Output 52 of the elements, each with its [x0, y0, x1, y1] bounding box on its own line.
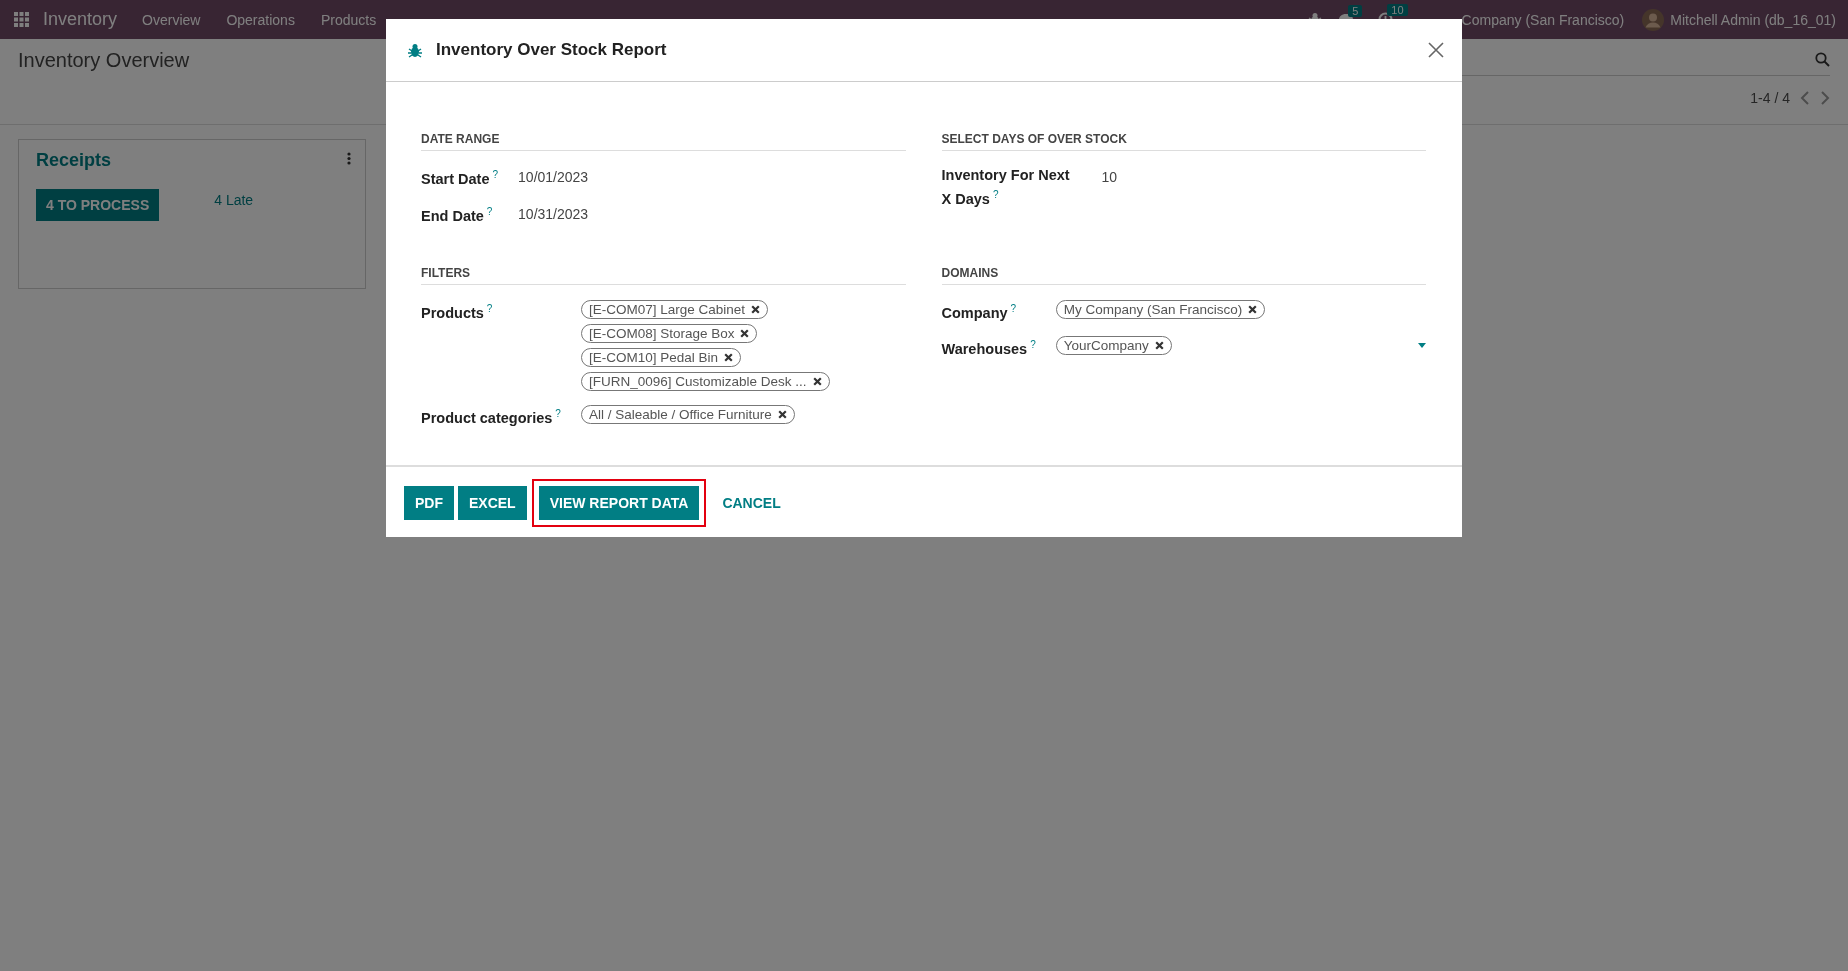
help-tooltip[interactable]: ?	[555, 407, 561, 419]
remove-icon[interactable]	[777, 409, 787, 419]
menu-item[interactable]: Operations	[213, 11, 308, 28]
dialog-title: Inventory Over Stock Report	[436, 40, 668, 60]
search-icon[interactable]	[1815, 52, 1830, 67]
kebab-menu-icon[interactable]	[347, 152, 351, 165]
menu-item[interactable]: Overview	[129, 11, 214, 28]
section-heading: SELECT DAYS OF OVER STOCK	[941, 132, 1426, 151]
field-label: Warehouses $^{?}$	[941, 338, 1037, 360]
help-tooltip[interactable]: ?	[1030, 339, 1036, 351]
app-name[interactable]: Inventory	[43, 9, 118, 30]
late-link[interactable]: 4 Late	[214, 189, 254, 208]
user-menu[interactable]: Mitchell Admin (db_16_01)	[1670, 11, 1836, 28]
remove-icon[interactable]	[723, 352, 733, 362]
remove-icon[interactable]	[1154, 341, 1164, 351]
bug-icon	[408, 42, 422, 58]
section-heading: FILTERS	[421, 265, 906, 285]
dropdown-caret-icon[interactable]	[1418, 343, 1426, 349]
input-field[interactable]: 10	[1101, 165, 1426, 187]
help-tooltip[interactable]: ?	[486, 302, 493, 314]
page-title: Inventory Overview	[18, 48, 190, 72]
count-badge: 5	[1348, 4, 1363, 17]
close-icon[interactable]	[1428, 42, 1444, 58]
remove-icon[interactable]	[751, 304, 760, 314]
field-label: Products $^{?}$	[421, 301, 494, 323]
pager-value[interactable]: 1-4 / 4	[1750, 90, 1790, 106]
remove-icon[interactable]	[1248, 304, 1258, 314]
menu-item[interactable]: Products	[307, 11, 390, 28]
process-button[interactable]: 4 TO PROCESS	[36, 189, 160, 221]
card-title[interactable]: Receipts	[36, 150, 112, 171]
section-heading: DOMAINS	[941, 265, 1426, 285]
help-tooltip[interactable]: ?	[992, 189, 999, 200]
report-button[interactable]: PDF	[404, 486, 454, 521]
input-field[interactable]: 10/31/2023	[518, 201, 906, 224]
input-field[interactable]: 10/01/2023	[518, 165, 906, 187]
help-tooltip[interactable]: ?	[1010, 302, 1017, 314]
field-label: Inventory For Next X Days $^{?}$	[941, 166, 1071, 209]
field-label: Product categories $^{?}$	[421, 406, 562, 428]
remove-icon[interactable]	[740, 328, 750, 338]
field-label: Start Date $^{?}$	[421, 168, 500, 189]
section-heading: DATE RANGE	[421, 132, 906, 151]
help-tooltip[interactable]: ?	[486, 205, 493, 217]
company-switcher[interactable]: Company (San Francisco)	[1461, 11, 1625, 28]
help-tooltip[interactable]: ?	[492, 169, 499, 180]
report-button[interactable]: VIEW REPORT DATA	[538, 486, 700, 521]
count-badge: 10	[1387, 4, 1408, 16]
remove-icon[interactable]	[812, 376, 822, 386]
field-label: End Date $^{?}$	[421, 204, 494, 226]
report-button[interactable]: EXCEL	[458, 486, 527, 521]
cancel-button[interactable]: CANCEL	[711, 486, 792, 521]
field-label: Company $^{?}$	[941, 301, 1018, 323]
apps-menu-icon[interactable]	[14, 12, 29, 27]
